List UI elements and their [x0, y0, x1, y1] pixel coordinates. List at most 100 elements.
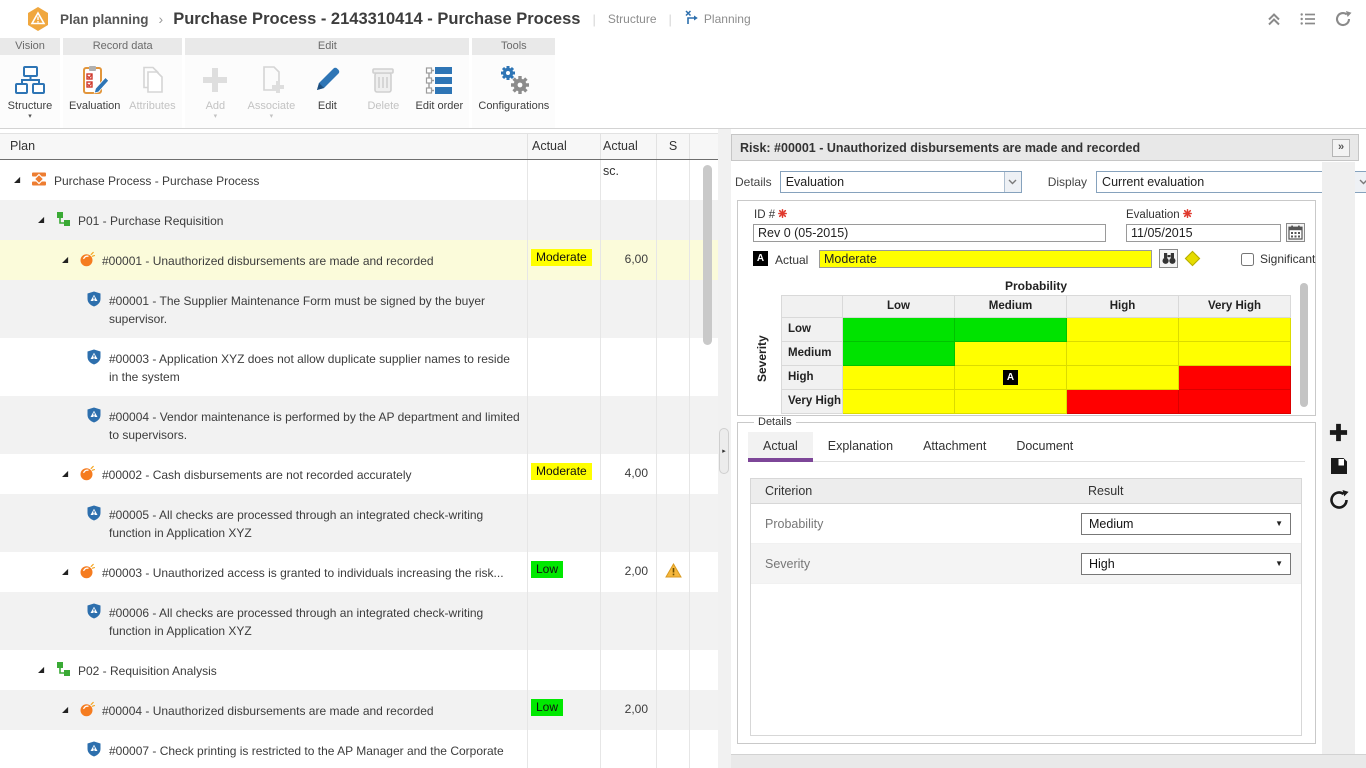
matrix-scrollbar[interactable] [1300, 283, 1308, 407]
collapse-ribbon-button[interactable] [1266, 11, 1282, 27]
actual-rating-chip: Moderate [531, 249, 592, 266]
tree-rows: ◢Purchase Process - Purchase Process◢P01… [0, 160, 718, 768]
plan-icon [55, 211, 71, 227]
matrix-cell[interactable] [1067, 390, 1179, 414]
tree-item-label: P02 - Requisition Analysis [78, 662, 217, 680]
search-rating-button[interactable] [1159, 249, 1178, 268]
nav-structure[interactable]: Structure [608, 12, 657, 26]
tree-row[interactable]: #00005 - All checks are processed throug… [0, 494, 718, 552]
ribbon-button-structure[interactable]: Structure▾ [2, 62, 58, 120]
matrix-cell[interactable] [1179, 342, 1291, 366]
cell-actual-score [600, 494, 656, 552]
control-icon [86, 349, 102, 365]
ribbon-button-edit[interactable]: Edit [299, 62, 355, 112]
ribbon-button-evaluation[interactable]: Evaluation [65, 62, 124, 112]
ribbon-group-tools: ToolsConfigurations [472, 38, 555, 128]
cell-actual-score [600, 592, 656, 650]
details-select[interactable]: Evaluation [780, 171, 1022, 193]
tree-expand-arrow[interactable]: ◢ [62, 466, 79, 478]
cell-actual-score [600, 396, 656, 454]
matrix-cell[interactable] [955, 342, 1067, 366]
tree-row[interactable]: #00003 - Application XYZ does not allow … [0, 338, 718, 396]
ribbon-button-edit-order[interactable]: Edit order [411, 62, 467, 112]
matrix-cell[interactable] [1067, 366, 1179, 390]
top-bar: Plan planning › Purchase Process - 21433… [0, 0, 1366, 38]
matrix-cell[interactable] [843, 366, 955, 390]
matrix-cell[interactable] [955, 390, 1067, 414]
cell-actual-score [600, 650, 656, 690]
tab-actual[interactable]: Actual [748, 432, 813, 461]
matrix-corner-cell [781, 295, 843, 318]
probability-select[interactable]: Medium▼ [1081, 513, 1291, 535]
tree-row[interactable]: ◢P01 - Purchase Requisition [0, 200, 718, 240]
matrix-cell[interactable] [843, 342, 955, 366]
significant-checkbox[interactable] [1241, 253, 1254, 266]
associate-icon [255, 64, 287, 96]
tree-expand-arrow[interactable]: ◢ [62, 702, 79, 714]
matrix-cell[interactable] [1179, 390, 1291, 414]
calendar-button[interactable] [1286, 223, 1305, 242]
matrix-cell[interactable] [843, 390, 955, 414]
matrix-cell[interactable] [955, 318, 1067, 342]
evaluation-date-input[interactable] [1126, 224, 1281, 242]
tree-expand-arrow[interactable]: ◢ [62, 252, 79, 264]
menu-list-button[interactable] [1300, 12, 1316, 26]
required-marker [1183, 209, 1192, 221]
actual-rating-input[interactable] [819, 250, 1152, 268]
tab-document[interactable]: Document [1001, 432, 1088, 461]
matrix-cell[interactable] [1179, 366, 1291, 390]
cell-actual: Moderate [527, 454, 600, 494]
save-button[interactable] [1329, 456, 1349, 476]
nav-planning[interactable]: Planning [684, 10, 751, 28]
tree-expand-arrow[interactable]: ◢ [14, 172, 31, 184]
tree-expand-arrow[interactable]: ◢ [38, 212, 55, 224]
cell-actual [527, 200, 600, 240]
tree-item-label: #00004 - Vendor maintenance is performed… [109, 408, 521, 444]
tree-row[interactable]: ◢#00002 - Cash disbursements are not rec… [0, 454, 718, 494]
cell-status [656, 592, 690, 650]
cell-actual-score [600, 730, 656, 768]
tree-expand-arrow[interactable]: ◢ [38, 662, 55, 674]
matrix-cell[interactable] [843, 318, 955, 342]
splitter-handle[interactable]: ▸ [719, 428, 729, 474]
matrix-cell[interactable]: A [955, 366, 1067, 390]
reload-button[interactable] [1328, 489, 1350, 511]
tab-explanation[interactable]: Explanation [813, 432, 908, 461]
matrix-cell[interactable] [1067, 318, 1179, 342]
tree-expand-arrow[interactable]: ◢ [62, 564, 79, 576]
panel-expand-button[interactable]: » [1332, 139, 1350, 157]
add-evaluation-button[interactable] [1328, 422, 1349, 443]
tree-row[interactable]: ◢ P02 - Requisition Analysis [0, 650, 718, 690]
cell-status [656, 338, 690, 396]
tree-row[interactable]: ◢Purchase Process - Purchase Process [0, 160, 718, 200]
tree-row[interactable]: #00004 - Vendor maintenance is performed… [0, 396, 718, 454]
tab-attachment[interactable]: Attachment [908, 432, 1001, 461]
calendar-icon [1288, 225, 1303, 240]
ribbon-button-configurations[interactable]: Configurations [474, 62, 553, 112]
id-input[interactable] [753, 224, 1106, 242]
display-label: Display [1048, 175, 1087, 189]
matrix-cell[interactable] [1179, 318, 1291, 342]
required-icon [778, 209, 787, 218]
cell-actual [527, 592, 600, 650]
evaluation-icon [79, 64, 111, 96]
matrix-cell[interactable] [1067, 342, 1179, 366]
criterion-table: Criterion Result ProbabilityMedium▼Sever… [750, 478, 1302, 736]
ribbon-group-label: Vision [0, 38, 60, 55]
refresh-button[interactable] [1334, 10, 1352, 28]
cell-status [656, 240, 690, 280]
tree-item-label: #00004 - Unauthorized disbursements are … [102, 702, 434, 720]
tree-row[interactable]: ◢ #00004 - Unauthorized disbursements are… [0, 690, 718, 730]
tree-row[interactable]: #00007 - Check printing is restricted to… [0, 730, 718, 768]
tree-row[interactable]: #00001 - The Supplier Maintenance Form m… [0, 280, 718, 338]
tree-row[interactable]: ◢#00001 - Unauthorized disbursements are… [0, 240, 718, 280]
tree-row[interactable]: #00006 - All checks are processed throug… [0, 592, 718, 650]
divider: | [669, 12, 672, 27]
tree-row[interactable]: ◢#00003 - Unauthorized access is granted… [0, 552, 718, 592]
criterion-row: ProbabilityMedium▼ [751, 504, 1301, 544]
cell-status [656, 494, 690, 552]
severity-select[interactable]: High▼ [1081, 553, 1291, 575]
tree-scrollbar[interactable] [703, 165, 712, 345]
risk-icon [79, 251, 95, 267]
dropdown-caret-icon: ▾ [214, 114, 218, 120]
